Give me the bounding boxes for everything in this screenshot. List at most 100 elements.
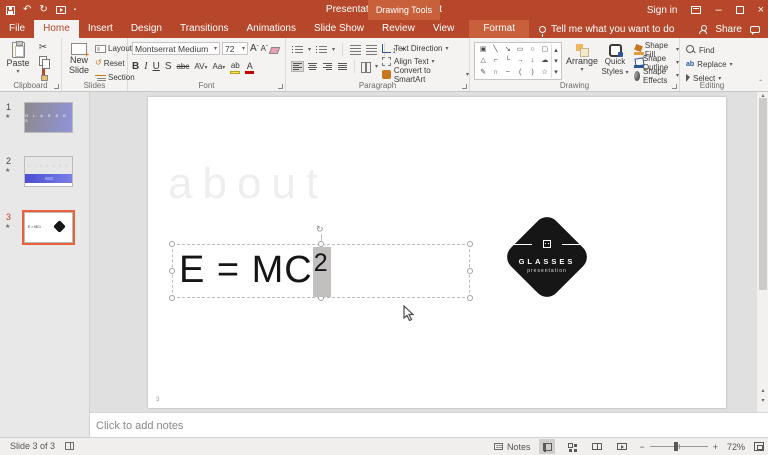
shape-oval-icon[interactable]: ○ [526, 44, 538, 55]
tab-slide-show[interactable]: Slide Show [305, 20, 373, 38]
close-button[interactable]: × [758, 0, 764, 20]
shape-curve-icon[interactable]: ~ [502, 67, 514, 78]
zoom-slider-handle[interactable] [673, 442, 678, 451]
italic-button[interactable]: I [144, 61, 147, 73]
text-shadow-button[interactable]: S [165, 61, 172, 73]
font-dialog-launcher[interactable] [278, 84, 283, 89]
tab-transitions[interactable]: Transitions [171, 20, 238, 38]
redo-icon[interactable]: ↻ [39, 3, 47, 17]
change-case-button[interactable]: Aa▾ [212, 61, 225, 74]
shape-elbow-icon[interactable]: ⌐ [489, 55, 501, 66]
notes-pane[interactable]: Click to add notes [90, 412, 768, 437]
formula-text[interactable]: E = MC 2 [179, 247, 331, 297]
tab-insert[interactable]: Insert [79, 20, 122, 38]
thumbnail-slide-1[interactable]: 1 ★ G L A S S E S [0, 102, 89, 140]
increase-font-button[interactable]: Aˆ [250, 43, 259, 55]
shape-arrow-icon[interactable]: ↘ [502, 44, 514, 55]
format-painter-icon[interactable] [38, 69, 48, 81]
zoom-out-button[interactable]: − [639, 442, 644, 452]
increase-indent-icon[interactable] [366, 45, 378, 54]
paste-button[interactable]: Paste ▾ [4, 41, 32, 75]
rotate-handle-icon[interactable]: ↻ [316, 224, 326, 234]
shapes-scroll-down-icon[interactable]: ▾ [554, 56, 558, 67]
slide-3-thumbnail[interactable]: E = MC² [22, 210, 75, 245]
justify-button[interactable] [337, 62, 348, 71]
spellcheck-icon[interactable] [65, 442, 75, 450]
start-slideshow-icon[interactable] [55, 6, 66, 14]
clipboard-dialog-launcher[interactable] [54, 84, 59, 89]
align-center-button[interactable] [307, 62, 318, 71]
next-slide-icon[interactable]: ▾ [757, 397, 768, 404]
thumbnail-slide-3[interactable]: 3 ★ E = MC² [0, 210, 89, 250]
tab-view[interactable]: View [424, 20, 464, 38]
replace-button[interactable]: ab Replace ▾ [686, 57, 733, 71]
slide-2-thumbnail[interactable]: G L A S S E S [24, 156, 73, 187]
shape-rectangle-icon[interactable]: ▭ [514, 44, 526, 55]
drawing-dialog-launcher[interactable] [672, 84, 677, 89]
tab-home[interactable]: Home [34, 20, 79, 38]
slide-1-thumbnail[interactable]: G L A S S E S [24, 102, 73, 133]
customize-qat-icon[interactable]: ▪ [74, 3, 76, 17]
tab-animations[interactable]: Animations [238, 20, 305, 38]
tab-review[interactable]: Review [373, 20, 424, 38]
shapes-gallery[interactable]: ▣ ╲ ↘ ▭ ○ ▢ △ ⌐ └ → ↓ ☁ ✎ ∩ ~ ( ) ☆ ▴ ▾ ▾ [474, 42, 562, 80]
decrease-indent-icon[interactable] [350, 45, 362, 54]
strikethrough-button[interactable]: abc [176, 61, 189, 73]
decrease-font-button[interactable]: Aˇ [261, 43, 268, 55]
text-highlight-button[interactable]: ab [230, 60, 241, 74]
reading-view-button[interactable] [589, 439, 605, 454]
undo-icon[interactable]: ↶ [23, 3, 31, 17]
new-slide-button[interactable]: New Slide [64, 43, 94, 75]
slide-editing-surface[interactable]: about ↻ E = MC 2 GLASSES presentation 3 [148, 97, 726, 408]
comments-icon[interactable] [750, 25, 760, 35]
tab-format[interactable]: Format [469, 20, 529, 38]
notes-placeholder[interactable]: Click to add notes [96, 420, 183, 432]
text-direction-button[interactable]: Text Direction ▾ [382, 42, 469, 55]
formula-superscript[interactable]: 2 [314, 249, 329, 278]
numbering-icon[interactable] [316, 45, 328, 54]
fit-to-window-icon[interactable] [754, 442, 764, 451]
share-button[interactable]: Share [715, 24, 742, 35]
clear-formatting-icon[interactable] [270, 44, 280, 53]
slide-title-watermark[interactable]: about [168, 159, 328, 209]
shape-left-bracket-icon[interactable]: ( [514, 67, 526, 78]
align-left-button[interactable] [291, 61, 304, 72]
quick-styles-button[interactable]: Quick Styles ▾ [598, 44, 632, 78]
cut-icon[interactable]: ✂ [39, 42, 47, 54]
collapse-ribbon-icon[interactable]: ˆ [759, 79, 762, 88]
shape-freeform-icon[interactable]: ✎ [477, 67, 489, 78]
shape-triangle-icon[interactable]: △ [477, 55, 489, 66]
shape-arc-icon[interactable]: ∩ [489, 67, 501, 78]
copy-icon[interactable] [38, 56, 50, 69]
shape-down-arrow-icon[interactable]: ↓ [526, 55, 538, 66]
font-name-select[interactable]: Montserrat Medium ▾ [132, 42, 220, 55]
normal-view-button[interactable] [539, 439, 556, 454]
ribbon-display-options-icon[interactable] [691, 6, 702, 14]
slide-show-button[interactable] [614, 439, 630, 454]
paragraph-dialog-launcher[interactable] [462, 84, 467, 89]
find-button[interactable]: Find [686, 43, 733, 57]
scrollbar-thumb[interactable] [759, 98, 767, 290]
resize-handle-bottom-left[interactable] [169, 295, 175, 301]
character-spacing-button[interactable]: AV▾ [194, 61, 207, 74]
arrange-button[interactable]: Arrange ▾ [566, 44, 598, 73]
bold-button[interactable]: B [132, 61, 139, 73]
shape-star-icon[interactable]: ☆ [539, 67, 551, 78]
slide-sorter-view-button[interactable] [564, 439, 580, 454]
shape-rounded-rect-icon[interactable]: ▢ [539, 44, 551, 55]
resize-handle-top-right[interactable] [467, 241, 473, 247]
shape-elbow-arrow-icon[interactable]: └ [502, 55, 514, 66]
tab-file[interactable]: File [0, 20, 34, 38]
resize-handle-bottom-right[interactable] [467, 295, 473, 301]
shape-textbox-icon[interactable]: ▣ [477, 44, 489, 55]
shape-right-bracket-icon[interactable]: ) [526, 67, 538, 78]
font-color-button[interactable]: A [245, 60, 255, 74]
zoom-slider-track[interactable] [649, 442, 708, 451]
tab-design[interactable]: Design [122, 20, 171, 38]
previous-slide-icon[interactable]: ▴ [757, 387, 768, 394]
shapes-more-icon[interactable]: ▾ [554, 67, 558, 78]
shapes-scroll-up-icon[interactable]: ▴ [554, 45, 558, 56]
resize-handle-middle-left[interactable] [169, 268, 175, 274]
columns-icon[interactable] [361, 62, 371, 73]
shape-line-icon[interactable]: ╲ [489, 44, 501, 55]
